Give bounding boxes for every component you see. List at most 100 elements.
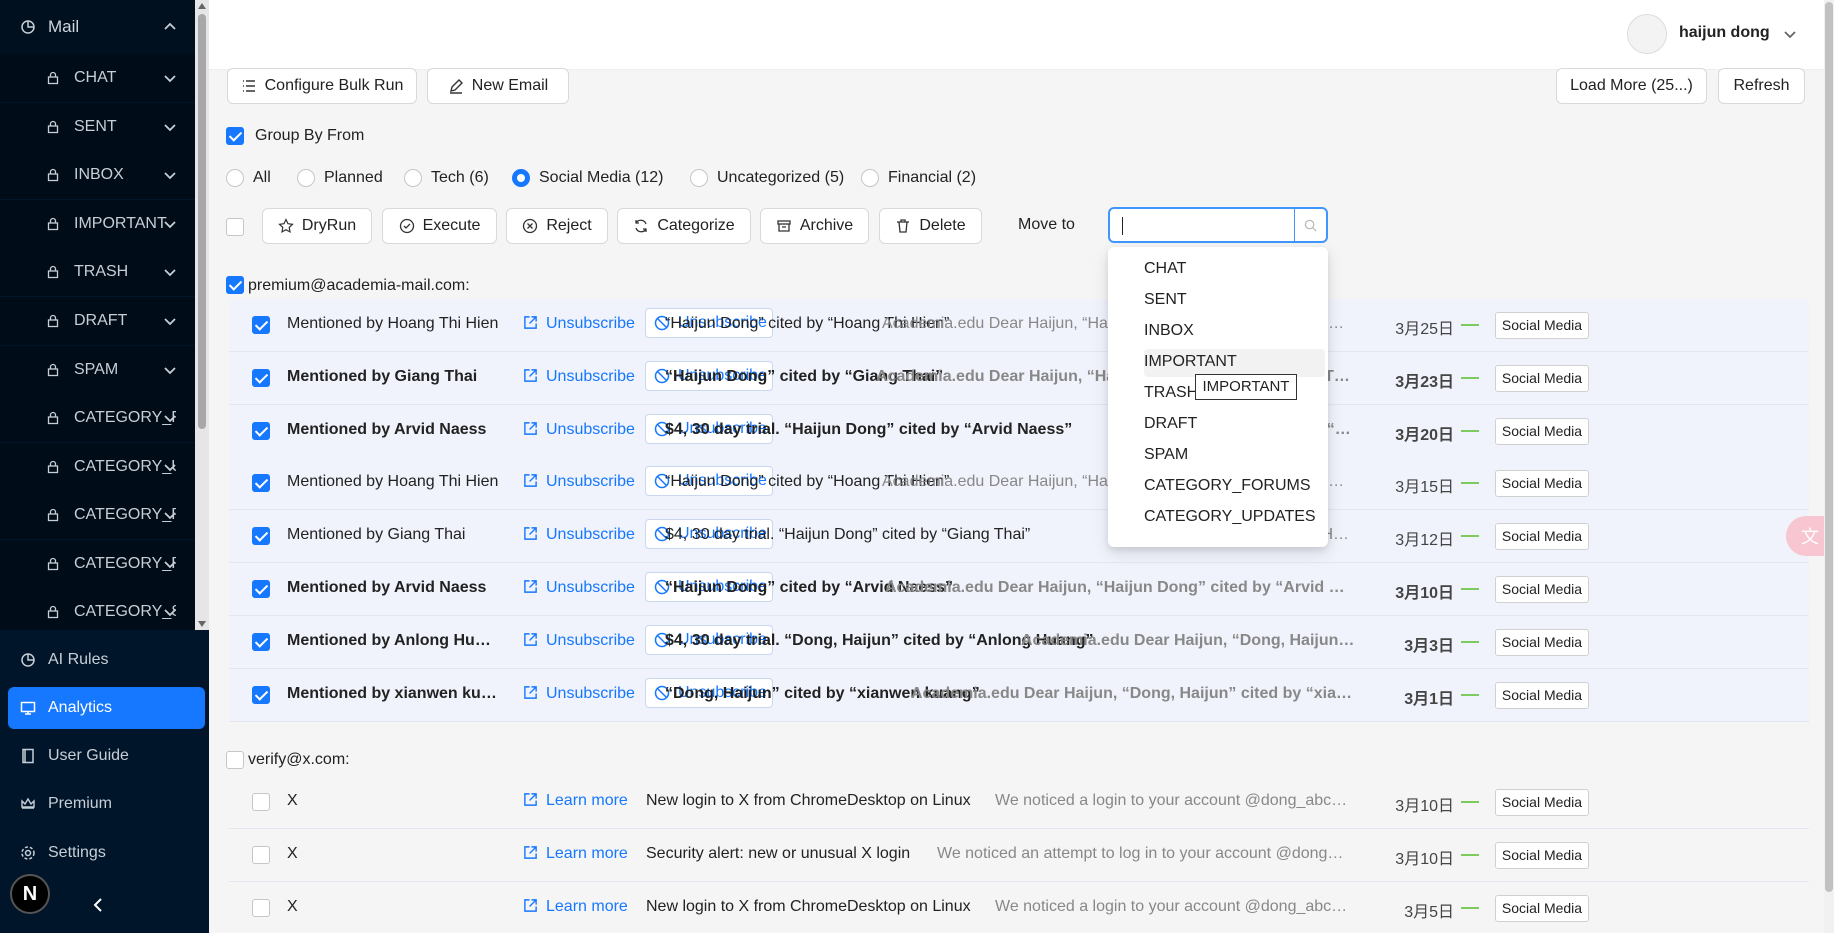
sidebar-item-settings[interactable]: Settings bbox=[8, 832, 205, 874]
row-checkbox[interactable] bbox=[252, 845, 270, 864]
move-to-option[interactable]: CATEGORY_UPDATES bbox=[1144, 508, 1316, 526]
row-checkbox[interactable] bbox=[252, 368, 270, 387]
row-checkbox[interactable] bbox=[252, 793, 270, 811]
category-tag[interactable]: Social Media bbox=[1495, 576, 1589, 603]
sidebar-item-sent[interactable]: SENT bbox=[0, 103, 195, 151]
unsubscribe-link[interactable]: Unsubscribe bbox=[523, 526, 635, 544]
table-row[interactable]: Mentioned by Arvid Naess Unsubscribe Unsub… bbox=[229, 404, 1809, 458]
group-checkbox[interactable] bbox=[226, 276, 244, 294]
row-checkbox[interactable] bbox=[252, 632, 270, 651]
table-row[interactable]: Mentioned by Giang Thai Unsubscribe Unsubs… bbox=[229, 351, 1809, 405]
chevron-down-icon[interactable] bbox=[163, 71, 177, 85]
sidebar-item-user-guide[interactable]: User Guide bbox=[8, 735, 205, 777]
collapse-sidebar-icon[interactable] bbox=[88, 895, 108, 915]
filter-radio[interactable] bbox=[226, 169, 244, 187]
table-row[interactable]: X Learn more Security alert: new or unusua… bbox=[229, 828, 1809, 882]
row-checkbox[interactable] bbox=[252, 316, 270, 334]
table-row[interactable]: Mentioned by Giang Thai Unsubscribe Unsubs… bbox=[229, 510, 1809, 564]
categorize-button[interactable]: Categorize bbox=[617, 208, 751, 244]
move-to-option[interactable]: CHAT bbox=[1144, 260, 1186, 278]
table-row[interactable]: Mentioned by Hoang Thi Hien Unsubscribe Un… bbox=[229, 457, 1809, 511]
table-row[interactable]: X Learn more New login to X from ChromeDes… bbox=[229, 776, 1809, 829]
chevron-down-icon[interactable] bbox=[163, 314, 177, 328]
sidebar-item-category-promotions[interactable]: CATEGORY_PROMOTIONS bbox=[0, 540, 195, 588]
sidebar-item-mail[interactable]: Mail bbox=[0, 0, 195, 54]
chevron-down-icon[interactable] bbox=[163, 460, 177, 474]
row-checkbox[interactable] bbox=[252, 527, 270, 546]
refresh-button[interactable]: Refresh bbox=[1718, 68, 1805, 104]
unsubscribe-link[interactable]: Unsubscribe bbox=[523, 632, 635, 650]
sidebar-item-spam[interactable]: SPAM bbox=[0, 346, 195, 394]
unsubscribe-link[interactable]: Unsubscribe bbox=[523, 368, 635, 386]
chevron-down-icon[interactable] bbox=[163, 363, 177, 377]
sidebar-item-draft[interactable]: DRAFT bbox=[0, 297, 195, 345]
configure-bulk-run-button[interactable]: Configure Bulk Run bbox=[227, 68, 417, 104]
delete-button[interactable]: Delete bbox=[879, 208, 982, 244]
table-row[interactable]: Mentioned by Hoang Thi Hien Unsubscribe Un… bbox=[229, 299, 1809, 352]
learn-more-link[interactable]: Learn more bbox=[523, 845, 628, 863]
chevron-up-icon[interactable] bbox=[163, 20, 177, 34]
category-tag[interactable]: Social Media bbox=[1495, 523, 1589, 551]
category-tag[interactable]: Social Media bbox=[1495, 470, 1589, 498]
move-to-option[interactable]: SENT bbox=[1144, 291, 1187, 309]
reject-button[interactable]: Reject bbox=[506, 208, 608, 244]
sidebar-item-category-personal[interactable]: CATEGORY_PERSONAL bbox=[0, 491, 195, 539]
select-all-checkbox[interactable] bbox=[226, 218, 244, 236]
category-tag[interactable]: Social Media bbox=[1495, 628, 1589, 656]
sidebar-scrollbar[interactable] bbox=[195, 0, 209, 630]
unsubscribe-link[interactable]: Unsubscribe bbox=[523, 421, 635, 439]
category-tag[interactable]: Social Media bbox=[1495, 894, 1589, 922]
user-name[interactable]: haijun dong bbox=[1679, 24, 1770, 42]
avatar[interactable]: N bbox=[10, 874, 50, 914]
new-email-button[interactable]: New Email bbox=[427, 68, 569, 104]
row-checkbox[interactable] bbox=[252, 685, 270, 704]
learn-more-link[interactable]: Learn more bbox=[523, 792, 628, 810]
chevron-down-icon[interactable] bbox=[163, 557, 177, 571]
filter-radio[interactable] bbox=[512, 169, 530, 187]
move-to-option[interactable]: INBOX bbox=[1144, 322, 1194, 340]
chevron-down-icon[interactable] bbox=[163, 120, 177, 134]
filter-radio[interactable] bbox=[861, 169, 879, 187]
chevron-down-icon[interactable] bbox=[163, 605, 177, 619]
move-to-option[interactable]: CATEGORY_FORUMS bbox=[1144, 477, 1311, 495]
table-row[interactable]: Mentioned by xianwen kua… Unsubscribe Unsu… bbox=[229, 668, 1809, 722]
learn-more-link[interactable]: Learn more bbox=[523, 898, 628, 916]
unsubscribe-link[interactable]: Unsubscribe bbox=[523, 685, 635, 703]
table-row[interactable]: Mentioned by Anlong Huang Unsubscribe Unsu… bbox=[229, 615, 1809, 669]
sidebar-item-category-updates[interactable]: CATEGORY_UPDATES bbox=[0, 443, 195, 491]
move-to-option[interactable]: TRASH bbox=[1144, 384, 1198, 402]
category-tag[interactable]: Social Media bbox=[1495, 841, 1589, 869]
chevron-down-icon[interactable] bbox=[1783, 28, 1797, 42]
chevron-down-icon[interactable] bbox=[163, 168, 177, 182]
category-tag[interactable]: Social Media bbox=[1495, 681, 1589, 709]
table-row[interactable]: X Learn more New login to X from ChromeDes… bbox=[229, 881, 1809, 933]
table-row[interactable]: Mentioned by Arvid Naess Unsubscribe Unsub… bbox=[229, 563, 1809, 616]
move-to-search-input[interactable] bbox=[1108, 207, 1328, 243]
move-to-option[interactable]: IMPORTANT bbox=[1144, 353, 1237, 371]
move-to-option[interactable]: DRAFT bbox=[1144, 415, 1197, 433]
unsubscribe-link[interactable]: Unsubscribe bbox=[523, 473, 635, 491]
row-checkbox[interactable] bbox=[252, 421, 270, 440]
sidebar-item-analytics[interactable]: Analytics bbox=[8, 687, 205, 729]
sidebar-item-ai-rules[interactable]: AI Rules bbox=[8, 639, 205, 681]
search-button[interactable] bbox=[1294, 209, 1326, 241]
category-tag[interactable]: Social Media bbox=[1495, 417, 1589, 445]
sidebar-item-category-social[interactable]: CATEGORY_SOCIAL bbox=[0, 588, 195, 630]
unsubscribe-link[interactable]: Unsubscribe bbox=[523, 315, 635, 333]
user-avatar[interactable] bbox=[1627, 14, 1667, 54]
group-checkbox[interactable] bbox=[226, 751, 244, 769]
sidebar-item-category-forums[interactable]: CATEGORY_FORUMS bbox=[0, 394, 195, 442]
chevron-down-icon[interactable] bbox=[163, 411, 177, 425]
row-checkbox[interactable] bbox=[252, 898, 270, 917]
group-by-from-checkbox[interactable] bbox=[226, 127, 244, 145]
category-tag[interactable]: Social Media bbox=[1495, 789, 1589, 816]
category-tag[interactable]: Social Media bbox=[1495, 364, 1589, 392]
row-checkbox[interactable] bbox=[252, 474, 270, 493]
load-more-button[interactable]: Load More (25...) bbox=[1556, 68, 1707, 104]
sidebar-item-trash[interactable]: TRASH bbox=[0, 248, 195, 296]
unsubscribe-link[interactable]: Unsubscribe bbox=[523, 579, 635, 597]
chevron-down-icon[interactable] bbox=[163, 508, 177, 522]
execute-button[interactable]: Execute bbox=[382, 208, 497, 244]
page-scrollbar[interactable] bbox=[1824, 0, 1834, 933]
filter-radio[interactable] bbox=[404, 169, 422, 187]
